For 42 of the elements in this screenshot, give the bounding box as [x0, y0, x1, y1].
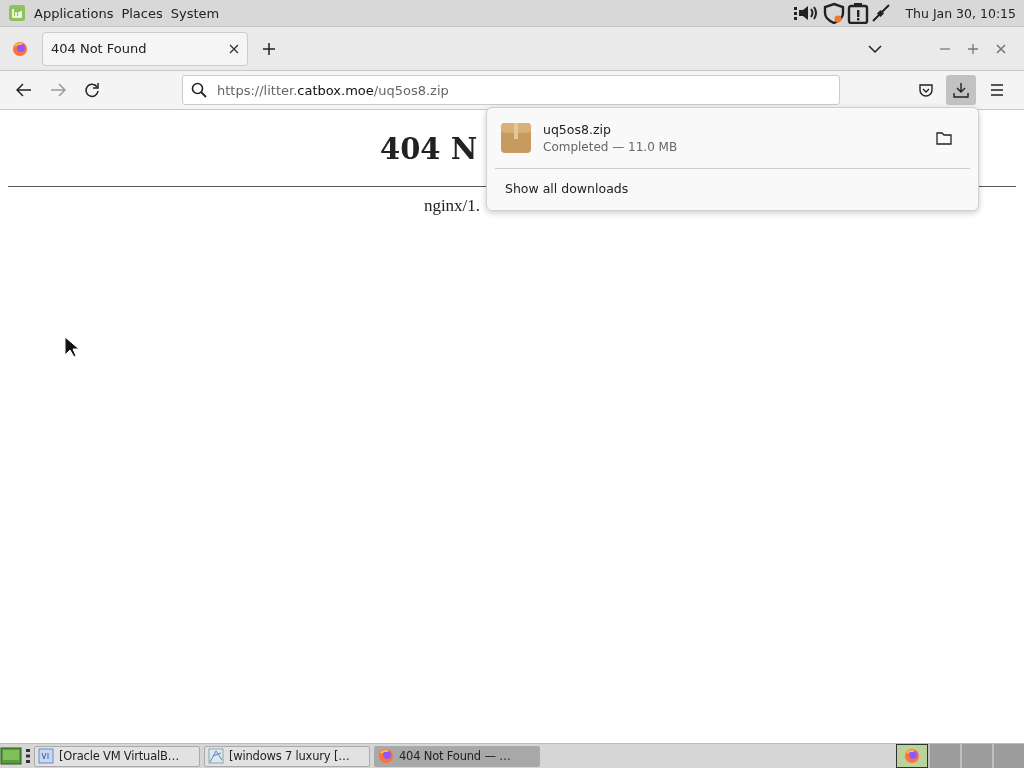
clipboard-alert-icon[interactable] — [847, 2, 870, 24]
firefox-icon[interactable] — [12, 40, 28, 57]
image-icon — [208, 748, 224, 764]
virtual-machine-icon — [38, 748, 54, 764]
server-signature: nginx/1. — [422, 196, 482, 216]
taskbar-window-button[interactable]: [windows 7 luxury [… — [204, 745, 370, 767]
folder-icon[interactable] — [936, 131, 952, 145]
firefox-icon — [378, 748, 394, 764]
shield-icon[interactable] — [823, 2, 846, 24]
reload-icon[interactable] — [84, 82, 100, 98]
download-item[interactable]: uq5os8.zip Completed — 11.0 MB — [495, 116, 970, 160]
panel-menu[interactable]: Applications — [34, 5, 114, 21]
mouse-pointer-icon — [64, 336, 80, 358]
download-status: Completed — 11.0 MB — [543, 140, 679, 154]
tab-title: 404 Not Found — [51, 41, 147, 56]
package-icon — [501, 123, 531, 153]
show-desktop-icon[interactable] — [0, 746, 22, 766]
close-icon[interactable] — [229, 43, 239, 54]
clock[interactable]: Thu Jan 30, 10:15 — [905, 5, 1016, 21]
show-all-downloads-link[interactable]: Show all downloads — [495, 177, 970, 202]
downloads-button[interactable] — [946, 75, 976, 105]
taskbar-window-button[interactable]: [Oracle VM VirtualB… — [34, 745, 200, 767]
search-icon — [191, 82, 207, 98]
download-icon — [953, 82, 969, 98]
address-bar[interactable]: https://litter.catbox.moe/uq5os8.zip — [182, 75, 840, 105]
panel-menu[interactable]: Places — [121, 5, 163, 21]
network-cable-icon[interactable] — [871, 3, 892, 23]
workspace[interactable] — [896, 744, 928, 768]
taskbar-window-button[interactable]: 404 Not Found — … — [374, 745, 540, 767]
forward-arrow-icon[interactable] — [50, 83, 66, 97]
plus-icon[interactable] — [262, 41, 276, 56]
maximize-icon[interactable] — [968, 43, 978, 54]
file-name: uq5os8.zip — [543, 122, 612, 137]
browser-tab[interactable]: 404 Not Found — [42, 31, 248, 66]
back-arrow-icon[interactable] — [16, 83, 32, 97]
pocket-icon[interactable] — [918, 82, 934, 98]
page-heading: 404 N — [380, 132, 478, 166]
handle-icon — [26, 748, 30, 764]
chevron-down-icon[interactable] — [868, 43, 882, 54]
panel-menu[interactable]: System — [170, 5, 220, 21]
menu-icon[interactable] — [990, 84, 1004, 96]
firefox-icon — [904, 748, 920, 764]
